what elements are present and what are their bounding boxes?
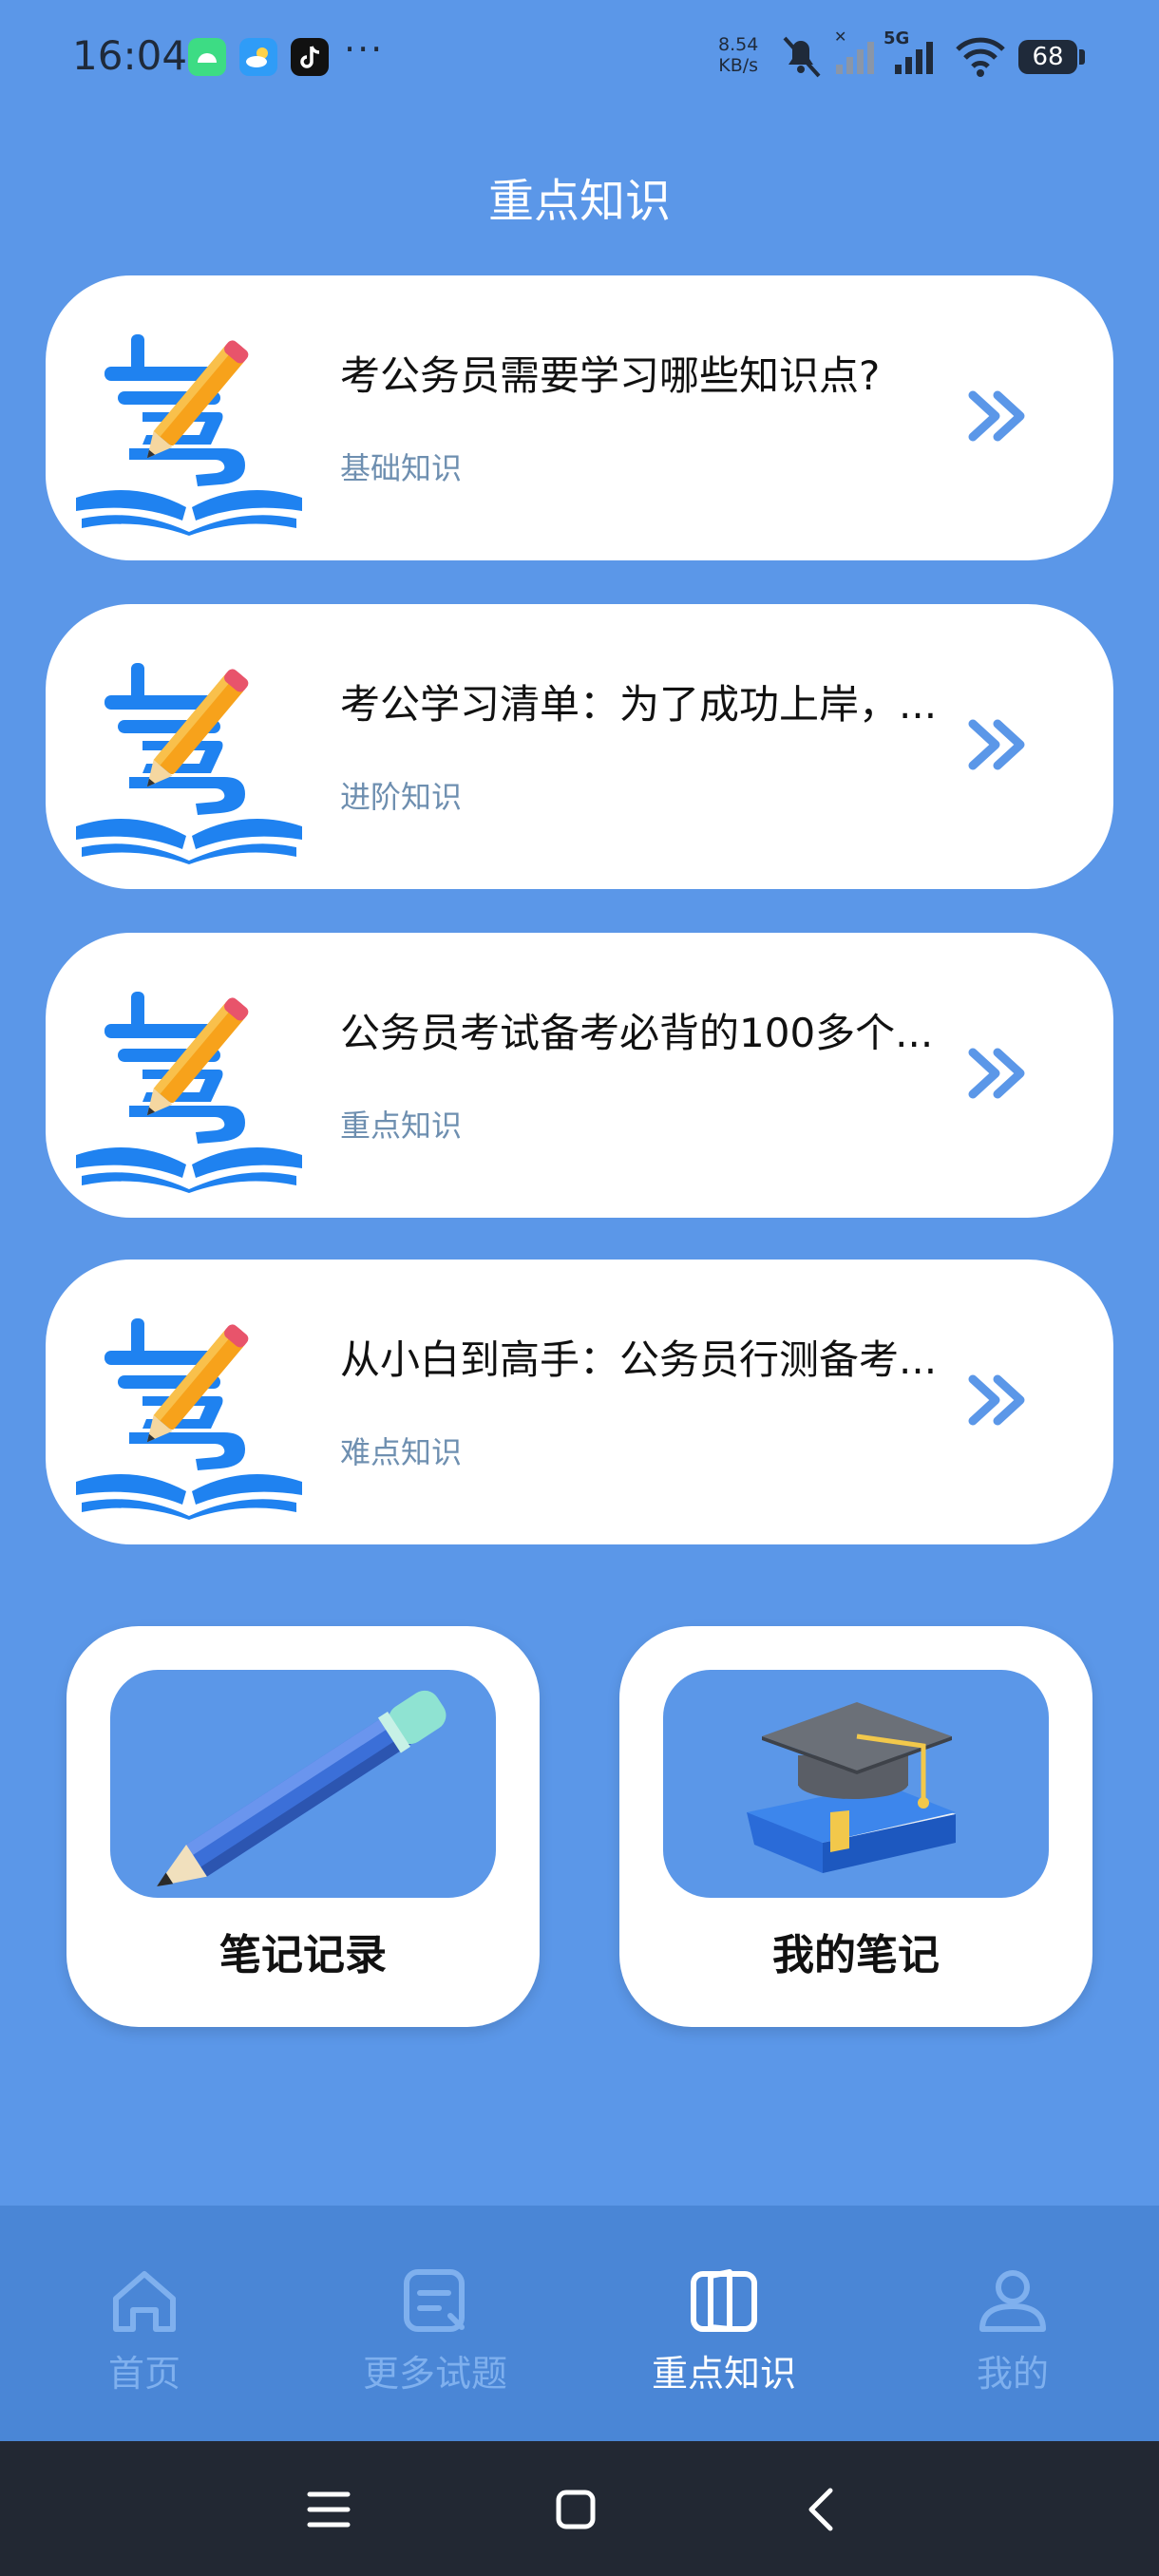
double-chevron-right-icon[interactable]: [967, 1372, 1030, 1429]
exam-icon: [404, 2269, 465, 2332]
card-title: 公务员考试备考必背的100多个...: [340, 1010, 934, 1056]
system-nav-bar: [0, 2441, 1159, 2576]
battery-icon: 68: [1018, 40, 1085, 74]
nav-item-home[interactable]: 首页: [40, 2263, 249, 2396]
user-icon: [979, 2270, 1046, 2332]
back-icon[interactable]: [792, 2479, 853, 2540]
exam-book-logo-icon: [76, 992, 302, 1193]
card-title: 考公务员需要学习哪些知识点?: [340, 352, 881, 399]
card-subtitle: 基础知识: [340, 450, 463, 486]
double-chevron-right-icon[interactable]: [967, 1045, 1030, 1102]
battery-level: 68: [1032, 43, 1064, 71]
page-title: 重点知识: [487, 175, 671, 228]
status-time: 16:04: [72, 32, 188, 79]
bottom-nav: 首页 更多试题 重点知识 我的: [0, 2206, 1159, 2441]
knowledge-card[interactable]: 考公务员需要学习哪些知识点? 基础知识: [46, 275, 1113, 560]
pencil-icon: [157, 1690, 446, 1887]
knowledge-card[interactable]: 考公学习清单：为了成功上岸，... 进阶知识: [46, 604, 1113, 889]
more-notifications-icon: ···: [344, 28, 385, 70]
knowledge-card[interactable]: 从小白到高手：公务员行测备考... 难点知识: [46, 1260, 1113, 1544]
home-button-icon[interactable]: [545, 2479, 606, 2540]
card-title: 考公学习清单：为了成功上岸，...: [340, 681, 938, 728]
exam-book-logo-icon: [76, 663, 302, 864]
card-subtitle: 难点知识: [340, 1434, 463, 1470]
wifi-icon: [956, 37, 1005, 77]
tiktok-app-icon: [291, 38, 329, 76]
tile-image: [663, 1670, 1049, 1898]
card-subtitle: 进阶知识: [340, 779, 463, 815]
nav-item-more-questions[interactable]: 更多试题: [331, 2263, 540, 2396]
note-record-tile[interactable]: 笔记记录: [66, 1626, 540, 2027]
svg-text:✕: ✕: [834, 28, 846, 46]
android-app-icon: [188, 38, 226, 76]
signal-icon: ✕: [834, 28, 874, 74]
double-chevron-right-icon[interactable]: [967, 716, 1030, 773]
nav-item-mine[interactable]: 我的: [908, 2263, 1117, 2396]
nav-label: 更多试题: [362, 2353, 507, 2395]
exam-book-logo-icon: [76, 334, 302, 536]
tile-image: [110, 1670, 496, 1898]
net-speed: 8.54 KB/s: [718, 34, 758, 76]
home-icon: [113, 2271, 176, 2332]
my-notes-tile[interactable]: 我的笔记: [619, 1626, 1092, 2027]
weather-app-icon: [239, 38, 277, 76]
knowledge-card[interactable]: 公务员考试备考必背的100多个... 重点知识: [46, 933, 1113, 1218]
tile-label: 笔记记录: [219, 1931, 387, 1979]
card-subtitle: 重点知识: [340, 1108, 463, 1144]
network-type: 5G: [884, 28, 910, 48]
tile-label: 我的笔记: [772, 1931, 940, 1979]
book-icon: [691, 2269, 757, 2332]
nav-item-key-knowledge[interactable]: 重点知识: [619, 2263, 828, 2396]
mute-icon: [783, 36, 821, 78]
nav-label: 我的: [976, 2353, 1049, 2395]
net-speed-value: 8.54: [718, 34, 759, 55]
status-bar: 16:04 ··· 8.54 KB/s ✕ 5G 68: [0, 0, 1159, 114]
graduation-cap-book-icon: [747, 1702, 956, 1873]
menu-icon[interactable]: [298, 2479, 359, 2540]
card-title: 从小白到高手：公务员行测备考...: [340, 1336, 938, 1383]
nav-label: 重点知识: [651, 2353, 796, 2395]
nav-label: 首页: [107, 2353, 180, 2395]
exam-book-logo-icon: [76, 1318, 302, 1520]
net-speed-unit: KB/s: [718, 55, 759, 76]
double-chevron-right-icon[interactable]: [967, 388, 1030, 445]
